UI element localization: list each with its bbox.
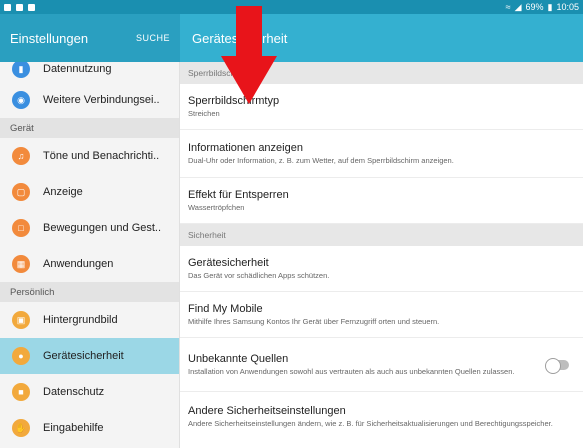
unknown-sources-toggle[interactable]	[545, 357, 569, 374]
wallpaper-icon: ▣	[12, 311, 30, 329]
wifi-icon: ≈	[505, 2, 511, 12]
setting-title: Effekt für Entsperren	[188, 188, 289, 201]
sidebar-item-label: Töne und Benachrichti..	[43, 150, 160, 162]
setting-effekt-entsperren[interactable]: Effekt für Entsperren Wassertröpfchen	[180, 178, 583, 224]
clock: 10:05	[556, 2, 579, 12]
sidebar-item-datennutzung[interactable]: ▮ Datennutzung	[0, 62, 179, 82]
sound-icon: ♫	[12, 147, 30, 165]
connections-icon: ◉	[12, 91, 30, 109]
sidebar-group-persoenlich: Persönlich	[0, 282, 179, 302]
battery-percent: 69%	[525, 2, 544, 12]
sidebar-item-anwendungen[interactable]: ▦ Anwendungen	[0, 246, 179, 282]
battery-icon: ▮	[547, 1, 553, 12]
sidebar-group-geraet: Gerät	[0, 118, 179, 138]
setting-unbekannte-quellen[interactable]: Unbekannte Quellen Installation von Anwe…	[180, 338, 583, 392]
setting-summary: Dual-Uhr oder Information, z. B. zum Wet…	[188, 155, 454, 165]
setting-summary: Wassertröpfchen	[188, 202, 245, 212]
setting-title: Find My Mobile	[188, 302, 263, 315]
sidebar-item-geraetesicherheit[interactable]: ● Gerätesicherheit	[0, 338, 179, 374]
notification-icon	[28, 3, 35, 11]
sidebar-item-label: Weitere Verbindungsei..	[43, 94, 160, 106]
cloud-icon	[16, 3, 23, 11]
setting-informationen-anzeigen[interactable]: Informationen anzeigen Dual-Uhr oder Inf…	[180, 130, 583, 178]
setting-geraetesicherheit[interactable]: Gerätesicherheit Das Gerät vor schädlich…	[180, 246, 583, 292]
setting-summary: Das Gerät vor schädlichen Apps schützen.	[188, 270, 330, 280]
page-title: Gerätesicherheit	[180, 14, 583, 62]
display-icon: ▢	[12, 183, 30, 201]
section-header-sicherheit: Sicherheit	[180, 224, 583, 246]
app-bar: Einstellungen SUCHE Gerätesicherheit	[0, 14, 583, 62]
sidebar-item-label: Anwendungen	[43, 258, 114, 270]
signal-icon: ◢	[514, 1, 522, 12]
status-bar: ≈ ◢ 69% ▮ 10:05	[0, 0, 583, 14]
data-usage-icon: ▮	[12, 62, 30, 78]
setting-title: Sperrbildschirmtyp	[188, 94, 280, 107]
sidebar-item-eingabehilfe[interactable]: ✋ Eingabehilfe	[0, 410, 179, 446]
setting-summary: Streichen	[188, 108, 220, 118]
sidebar-item-datenschutz[interactable]: ■ Datenschutz	[0, 374, 179, 410]
setting-title: Informationen anzeigen	[188, 141, 303, 154]
setting-title: Unbekannte Quellen	[188, 352, 289, 365]
sidebar-item-anzeige[interactable]: ▢ Anzeige	[0, 174, 179, 210]
motion-icon: □	[12, 219, 30, 237]
sidebar-item-label: Datennutzung	[43, 63, 112, 75]
setting-summary: Andere Sicherheitseinstellungen ändern, …	[188, 419, 553, 429]
accessibility-icon: ✋	[12, 419, 30, 437]
setting-title: Gerätesicherheit	[188, 256, 269, 269]
setting-summary: Mithilfe Ihres Samsung Kontos Ihr Gerät …	[188, 316, 440, 326]
lock-icon: ●	[12, 347, 30, 365]
sidebar-item-weitere-verbindungen[interactable]: ◉ Weitere Verbindungsei..	[0, 82, 179, 118]
sidebar-item-toene[interactable]: ♫ Töne und Benachrichti..	[0, 138, 179, 174]
sidebar-item-label: Bewegungen und Gest..	[43, 222, 162, 234]
privacy-icon: ■	[12, 383, 30, 401]
setting-title: Andere Sicherheitseinstellungen	[188, 405, 346, 418]
notification-icons	[4, 3, 35, 11]
main-content: Sperrbildschirm Sperrbildschirmtyp Strei…	[180, 62, 583, 448]
setting-andere-sicherheitseinstellungen[interactable]: Andere Sicherheitseinstellungen Andere S…	[180, 392, 583, 442]
settings-header: Einstellungen SUCHE	[0, 14, 180, 62]
search-button[interactable]: SUCHE	[136, 33, 170, 43]
sidebar-item-label: Hintergrundbild	[43, 314, 118, 326]
sidebar-item-bewegungen[interactable]: □ Bewegungen und Gest..	[0, 210, 179, 246]
setting-find-my-mobile[interactable]: Find My Mobile Mithilfe Ihres Samsung Ko…	[180, 292, 583, 338]
sidebar-item-label: Anzeige	[43, 186, 83, 198]
sidebar-item-label: Eingabehilfe	[43, 422, 104, 434]
apps-icon: ▦	[12, 255, 30, 273]
setting-sperrbildschirmtyp[interactable]: Sperrbildschirmtyp Streichen	[180, 84, 583, 130]
sidebar-item-hintergrundbild[interactable]: ▣ Hintergrundbild	[0, 302, 179, 338]
setting-summary: Installation von Anwendungen sowohl aus …	[188, 366, 515, 376]
notification-icon	[4, 3, 11, 11]
sidebar-item-label: Gerätesicherheit	[43, 350, 124, 362]
section-header-sperrbildschirm: Sperrbildschirm	[180, 62, 583, 84]
sidebar: ▮ Datennutzung ◉ Weitere Verbindungsei..…	[0, 62, 180, 448]
settings-title: Einstellungen	[10, 30, 89, 46]
sidebar-item-label: Datenschutz	[43, 386, 105, 398]
